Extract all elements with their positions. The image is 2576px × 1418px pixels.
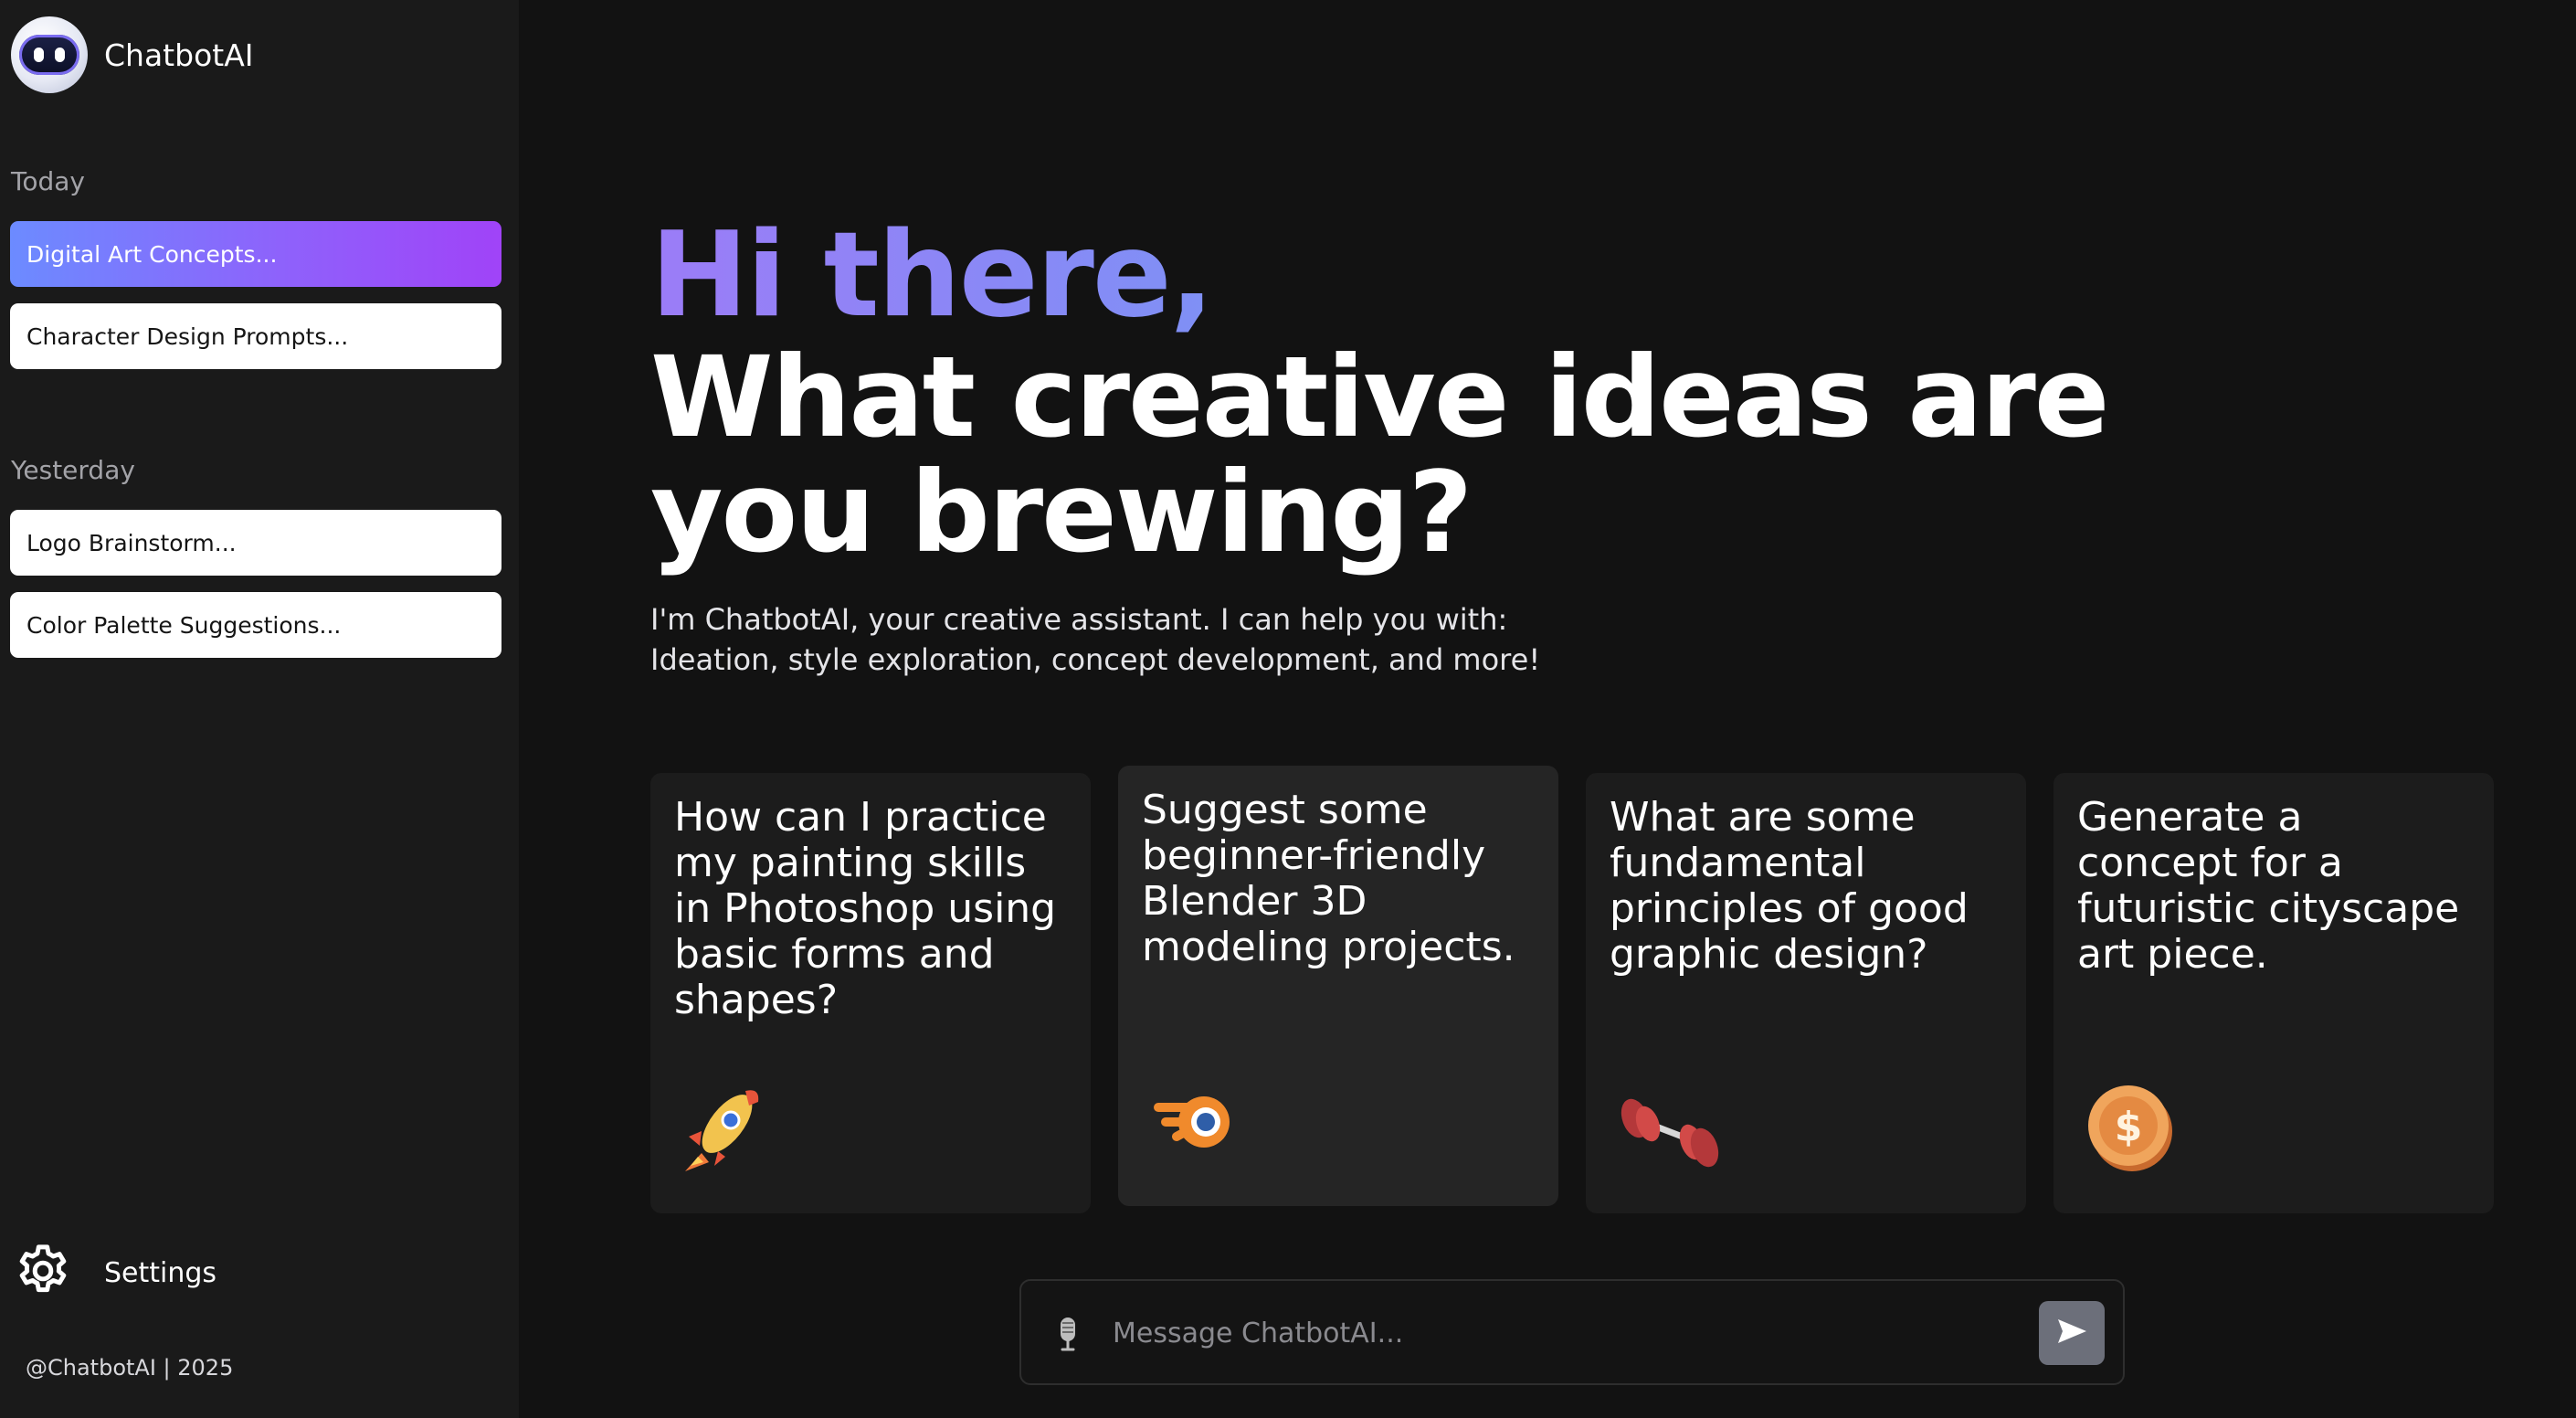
chat-item-color-palette-suggestions[interactable]: Color Palette Suggestions... xyxy=(10,592,501,658)
chat-item-logo-brainstorm[interactable]: Logo Brainstorm... xyxy=(10,510,501,576)
dumbbell-icon xyxy=(1619,1091,1719,1177)
blender-icon xyxy=(1149,1080,1240,1162)
microphone-icon[interactable] xyxy=(1054,1316,1082,1356)
brand-name: ChatbotAI xyxy=(104,37,254,73)
intro-text: I'm ChatbotAI, your creative assistant. … xyxy=(650,599,1540,680)
chat-item-character-design-prompts[interactable]: Character Design Prompts... xyxy=(10,303,501,369)
chat-item-digital-art-concepts[interactable]: Digital Art Concepts... xyxy=(10,221,501,287)
bot-logo-icon xyxy=(11,16,88,93)
message-composer xyxy=(1019,1279,2125,1385)
send-icon xyxy=(2055,1317,2088,1349)
card-text: How can I practice my painting skills in… xyxy=(674,794,1057,1023)
greeting-heading: Hi there, xyxy=(650,207,1214,344)
suggestion-card-photoshop[interactable]: How can I practice my painting skills in… xyxy=(650,773,1091,1213)
card-text: What are some fundamental principles of … xyxy=(1610,794,1969,978)
rocket-icon xyxy=(681,1085,764,1177)
suggestion-card-graphic-design[interactable]: What are some fundamental principles of … xyxy=(1586,773,2026,1213)
gear-icon xyxy=(13,1241,73,1305)
suggestion-card-blender[interactable]: Suggest some beginner-friendly Blender 3… xyxy=(1118,766,1558,1206)
card-text: Generate a concept for a futuristic city… xyxy=(2077,794,2460,978)
intro-line-2: Ideation, style exploration, concept dev… xyxy=(650,642,1541,677)
coin-icon: $ xyxy=(2085,1082,2176,1177)
section-label-today: Today xyxy=(11,166,85,196)
suggestion-card-cityscape[interactable]: Generate a concept for a futuristic city… xyxy=(2053,773,2494,1213)
sidebar: ChatbotAI Today Digital Art Concepts... … xyxy=(0,0,519,1418)
message-input[interactable] xyxy=(1113,1307,2008,1360)
settings-button[interactable]: Settings xyxy=(13,1241,216,1305)
settings-label: Settings xyxy=(104,1256,217,1289)
footer-copyright: @ChatbotAI | 2025 xyxy=(26,1355,234,1381)
headline: What creative ideas are you brewing? xyxy=(650,333,2110,577)
card-text: Suggest some beginner-friendly Blender 3… xyxy=(1142,787,1515,970)
main-content: Hi there, What creative ideas are you br… xyxy=(519,0,2576,1418)
section-label-yesterday: Yesterday xyxy=(11,455,135,485)
intro-line-1: I'm ChatbotAI, your creative assistant. … xyxy=(650,602,1508,637)
brand[interactable]: ChatbotAI xyxy=(11,16,254,93)
svg-text:$: $ xyxy=(2115,1104,2143,1150)
send-button[interactable] xyxy=(2039,1301,2105,1365)
